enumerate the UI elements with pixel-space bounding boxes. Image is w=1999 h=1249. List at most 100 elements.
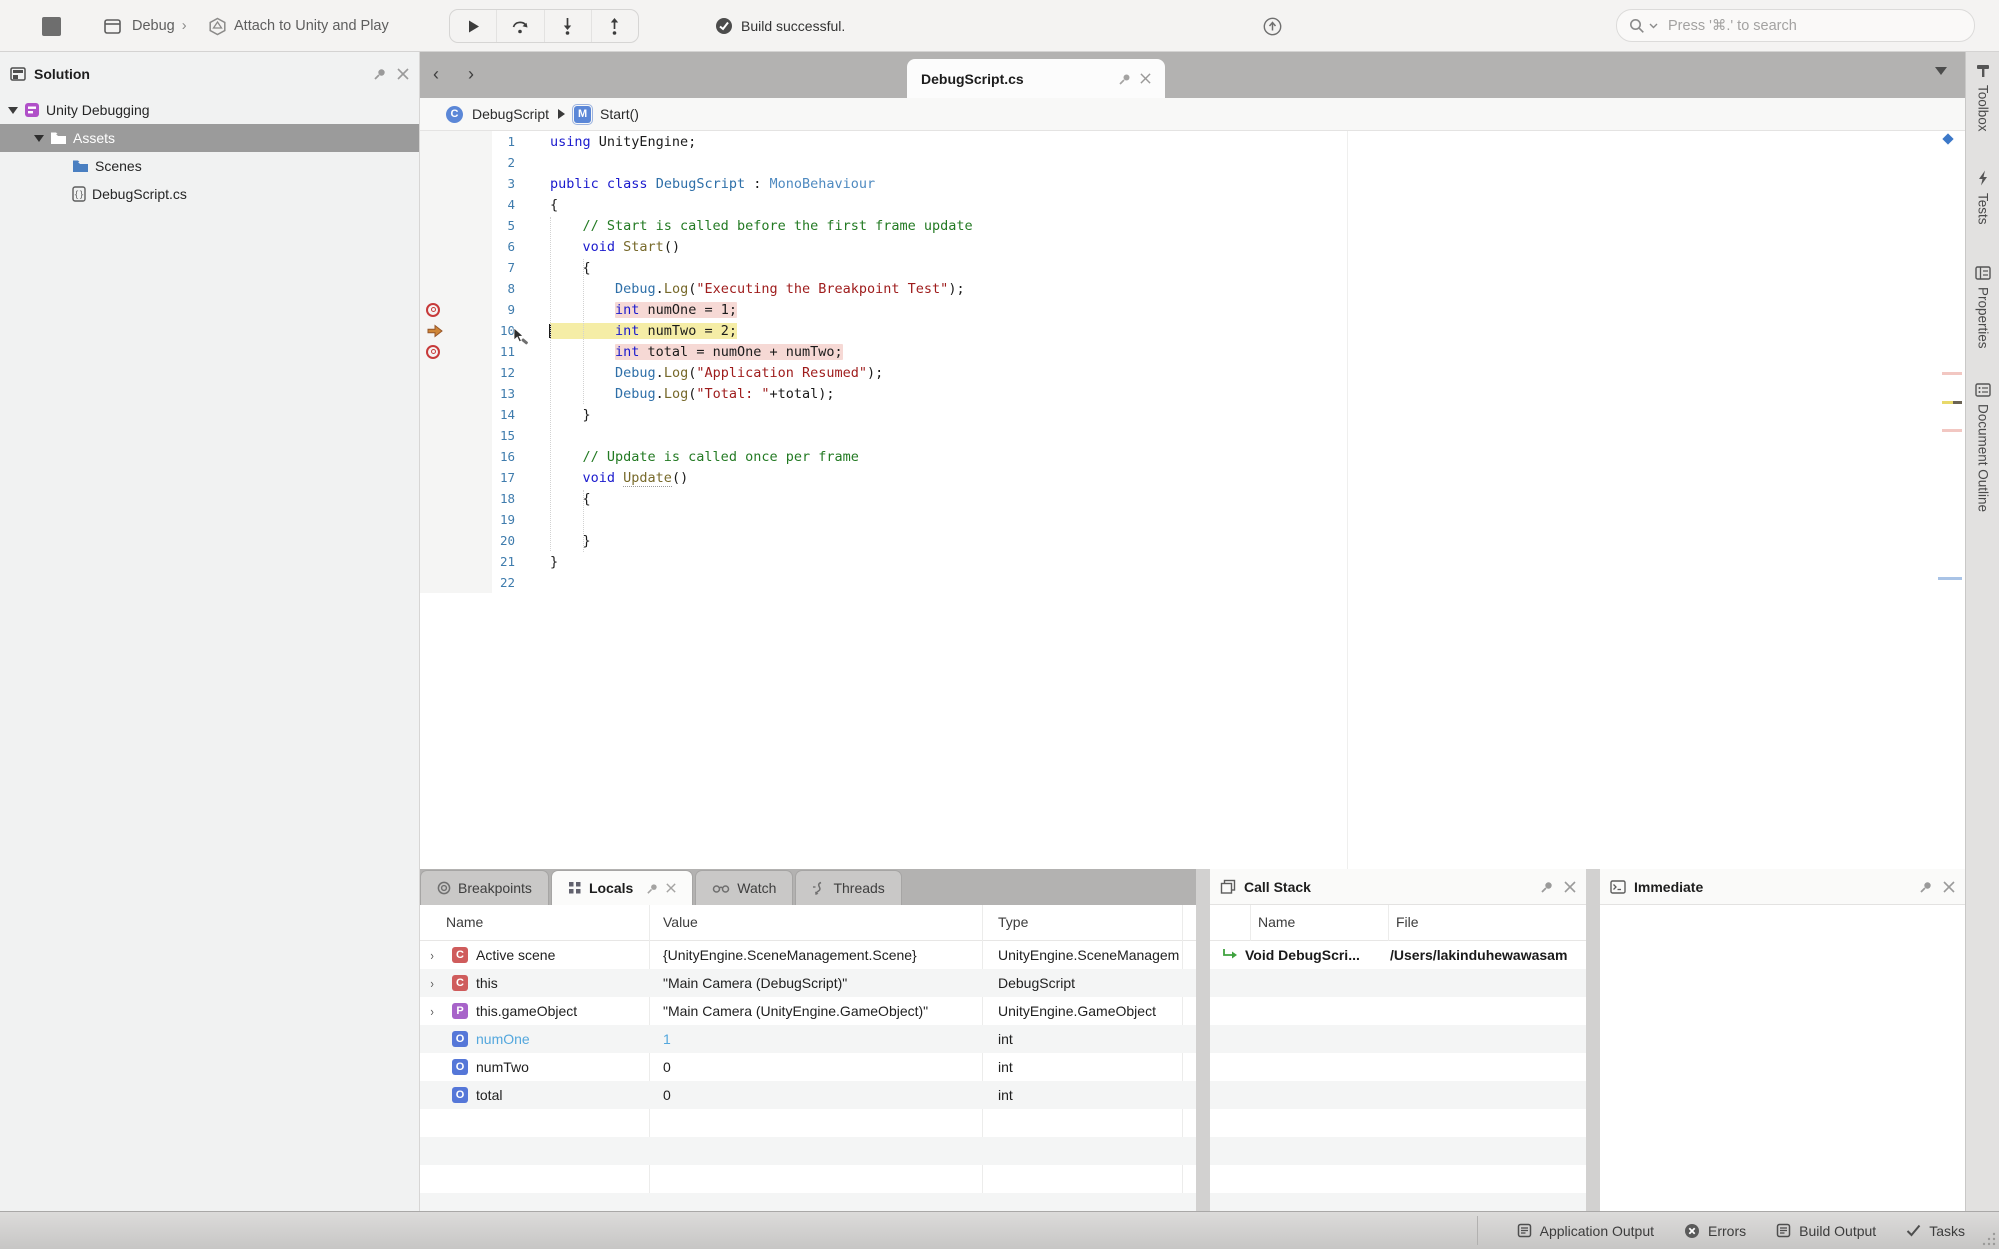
close-icon[interactable]: [397, 68, 409, 80]
code-line-22[interactable]: 22: [420, 572, 1965, 593]
gutter[interactable]: [420, 404, 492, 425]
run-config-selector[interactable]: Debug ›: [132, 0, 187, 52]
marker-current-line[interactable]: [1942, 401, 1953, 404]
gutter[interactable]: [420, 173, 492, 194]
tab-locals[interactable]: Locals: [551, 870, 693, 905]
gutter[interactable]: [420, 530, 492, 551]
status-item-build-output[interactable]: Build Output: [1776, 1223, 1876, 1239]
code-line-19[interactable]: 19: [420, 509, 1965, 530]
locals-row-total[interactable]: Ototal0int: [420, 1081, 1196, 1109]
expander-icon[interactable]: [8, 107, 18, 114]
marker-info[interactable]: [1938, 577, 1962, 580]
expand-chevron-icon[interactable]: ›: [430, 1004, 433, 1019]
gutter[interactable]: [420, 131, 492, 152]
sidebar-item-unity-debugging[interactable]: Unity Debugging: [0, 96, 419, 124]
gutter[interactable]: [420, 551, 492, 572]
expand-chevron-icon[interactable]: ›: [430, 976, 433, 991]
expand-chevron-icon[interactable]: ›: [430, 948, 433, 963]
sidebar-item-debugscript-cs[interactable]: {}DebugScript.cs: [0, 180, 419, 208]
panel-splitter[interactable]: [1586, 869, 1600, 1211]
nav-forward-icon[interactable]: ›: [468, 64, 474, 84]
attach-to-unity[interactable]: Attach to Unity and Play: [208, 0, 389, 52]
pin-icon[interactable]: [1118, 72, 1132, 86]
gutter[interactable]: [420, 257, 492, 278]
code-line-9[interactable]: 9 int numOne = 1;: [420, 299, 1965, 320]
pin-icon[interactable]: [373, 67, 387, 81]
gutter[interactable]: [420, 509, 492, 530]
step-into-button[interactable]: [545, 10, 592, 42]
breakpoint-icon[interactable]: [426, 303, 440, 317]
tool-tab-toolbox[interactable]: Toolbox: [1966, 62, 1999, 132]
close-icon[interactable]: [1943, 881, 1955, 893]
breadcrumb-class[interactable]: DebugScript: [472, 106, 549, 122]
gutter[interactable]: [420, 236, 492, 257]
code-line-3[interactable]: 3public class DebugScript : MonoBehaviou…: [420, 173, 1965, 194]
stop-button[interactable]: [42, 17, 61, 36]
code-line-18[interactable]: 18 {: [420, 488, 1965, 509]
code-line-14[interactable]: 14 }: [420, 404, 1965, 425]
call-stack-frame[interactable]: Void DebugScri.../Users/lakinduhewawasam: [1210, 941, 1586, 969]
gutter[interactable]: [420, 425, 492, 446]
step-out-button[interactable]: [592, 10, 638, 42]
search-box[interactable]: [1616, 9, 1975, 42]
gutter[interactable]: [420, 215, 492, 236]
search-input[interactable]: [1668, 18, 1918, 34]
expander-icon[interactable]: [34, 135, 44, 142]
close-icon[interactable]: [1564, 881, 1576, 893]
gutter[interactable]: [420, 362, 492, 383]
code-line-10[interactable]: 10 int numTwo = 2;: [420, 320, 1965, 341]
status-item-application-output[interactable]: Application Output: [1517, 1223, 1654, 1239]
step-over-button[interactable]: [497, 10, 544, 42]
code-line-21[interactable]: 21}: [420, 551, 1965, 572]
gutter[interactable]: [420, 194, 492, 215]
pin-icon[interactable]: [1540, 880, 1554, 894]
gutter[interactable]: [420, 152, 492, 173]
code-line-5[interactable]: 5 // Start is called before the first fr…: [420, 215, 1965, 236]
locals-row-numTwo[interactable]: OnumTwo0int: [420, 1053, 1196, 1081]
status-item-tasks[interactable]: Tasks: [1906, 1223, 1965, 1239]
close-icon[interactable]: [666, 883, 676, 893]
gutter[interactable]: [420, 446, 492, 467]
breadcrumb-member[interactable]: Start(): [600, 106, 639, 122]
gutter[interactable]: [420, 383, 492, 404]
locals-row-this-gameObject[interactable]: ›Pthis.gameObject"Main Camera (UnityEngi…: [420, 997, 1196, 1025]
marker-caret[interactable]: [1953, 401, 1962, 404]
update-icon[interactable]: [1263, 17, 1282, 36]
code-line-2[interactable]: 2: [420, 152, 1965, 173]
tab-watch[interactable]: Watch: [695, 870, 793, 905]
close-icon[interactable]: [1140, 73, 1151, 84]
resize-grip-icon[interactable]: [1981, 1231, 1997, 1247]
tool-tab-tests[interactable]: Tests: [1966, 170, 1999, 225]
sidebar-item-scenes[interactable]: Scenes: [0, 152, 419, 180]
code-line-4[interactable]: 4{: [420, 194, 1965, 215]
marker-breakpoint[interactable]: [1942, 372, 1962, 375]
code-line-17[interactable]: 17 void Update(): [420, 467, 1965, 488]
locals-row-this[interactable]: ›Cthis"Main Camera (DebugScript)"DebugSc…: [420, 969, 1196, 997]
code-line-13[interactable]: 13 Debug.Log("Total: "+total);: [420, 383, 1965, 404]
locals-row-Active-scene[interactable]: ›CActive scene{UnityEngine.SceneManageme…: [420, 941, 1196, 969]
tab-list-dropdown-icon[interactable]: [1935, 67, 1947, 75]
gutter[interactable]: [420, 488, 492, 509]
locals-row-numOne[interactable]: OnumOne1int: [420, 1025, 1196, 1053]
immediate-input-area[interactable]: [1600, 905, 1965, 1211]
resume-button[interactable]: [450, 10, 497, 42]
column-divider[interactable]: [1388, 905, 1389, 941]
marker-breakpoint[interactable]: [1942, 429, 1962, 432]
panel-splitter[interactable]: [1196, 869, 1210, 1211]
code-line-20[interactable]: 20 }: [420, 530, 1965, 551]
breakpoint-icon[interactable]: [426, 345, 440, 359]
code-line-15[interactable]: 15: [420, 425, 1965, 446]
pin-icon[interactable]: [1919, 880, 1933, 894]
code-line-8[interactable]: 8 Debug.Log("Executing the Breakpoint Te…: [420, 278, 1965, 299]
code-analysis-indicator-icon[interactable]: [1940, 131, 1956, 147]
code-editor[interactable]: 1using UnityEngine;23public class DebugS…: [420, 131, 1965, 869]
tool-tab-properties[interactable]: Properties: [1966, 266, 1999, 349]
gutter[interactable]: [420, 572, 492, 593]
code-line-1[interactable]: 1using UnityEngine;: [420, 131, 1965, 152]
code-line-6[interactable]: 6 void Start(): [420, 236, 1965, 257]
pin-icon[interactable]: [646, 882, 659, 895]
code-line-16[interactable]: 16 // Update is called once per frame: [420, 446, 1965, 467]
status-item-errors[interactable]: Errors: [1684, 1223, 1746, 1239]
code-line-11[interactable]: 11 int total = numOne + numTwo;: [420, 341, 1965, 362]
gutter[interactable]: [420, 320, 492, 341]
